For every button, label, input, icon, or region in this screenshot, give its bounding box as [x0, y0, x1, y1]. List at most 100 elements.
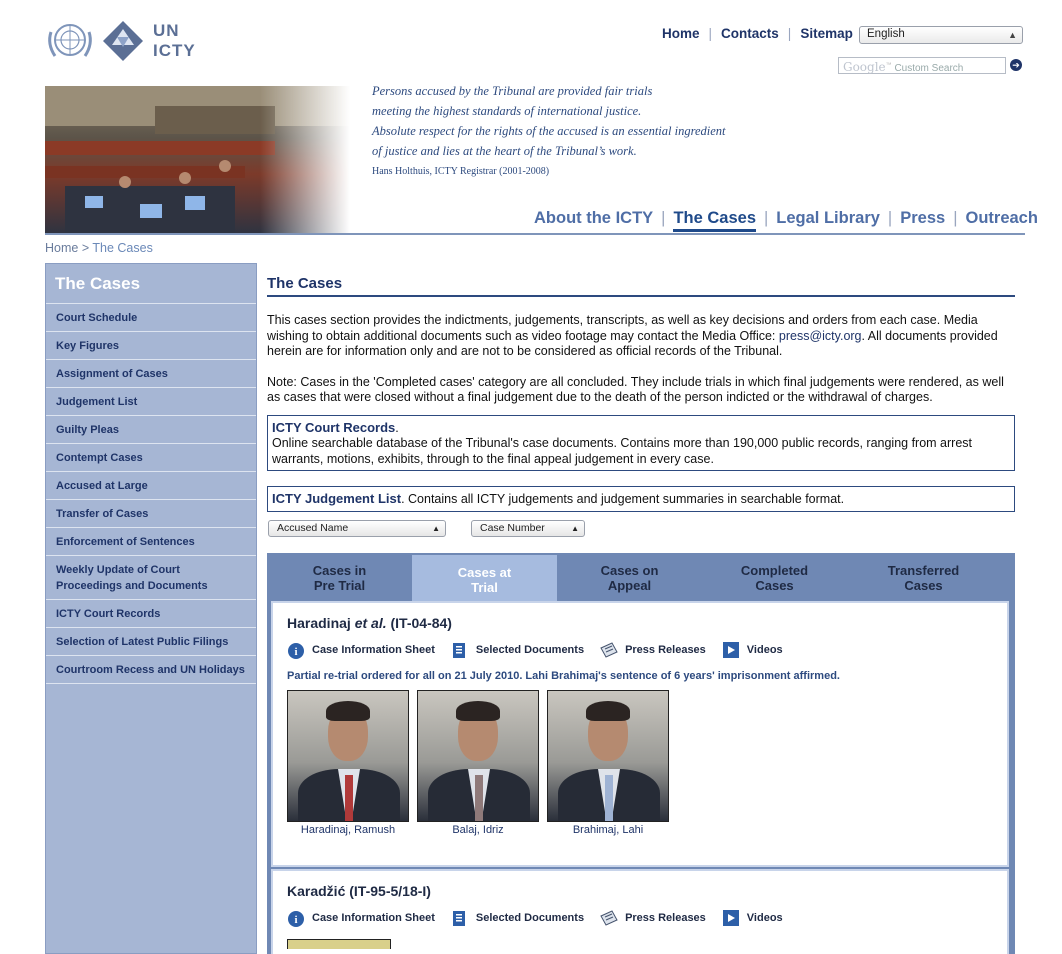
page-title: The Cases [267, 275, 1015, 297]
sidebar-item-enforcement[interactable]: Enforcement of Sentences [46, 528, 256, 556]
accused-card[interactable]: Balaj, Idriz [417, 690, 539, 836]
sidebar-item-transfer[interactable]: Transfer of Cases [46, 500, 256, 528]
quote-author: Hans Holthuis, ICTY Registrar (2001-2008… [372, 166, 550, 177]
sidebar: The Cases Court Schedule Key Figures Ass… [45, 263, 257, 954]
separator: | [787, 26, 792, 41]
contacts-link[interactable]: Contacts [721, 26, 779, 41]
sidebar-item-key-figures[interactable]: Key Figures [46, 332, 256, 360]
link-label: Case Information Sheet [312, 644, 435, 656]
sidebar-item-court-records[interactable]: ICTY Court Records [46, 600, 256, 628]
google-logo: Google [843, 60, 886, 74]
document-icon [452, 911, 465, 926]
judgement-list-text: . Contains all ICTY judgements and judge… [401, 492, 845, 506]
case-etal: et al. [354, 615, 387, 631]
nav-outreach[interactable]: Outreach [965, 209, 1037, 228]
videos-link[interactable]: Videos [722, 908, 783, 928]
un-emblem-icon [48, 24, 92, 57]
court-records-text: Online searchable database of the Tribun… [272, 436, 973, 466]
tab-pre-trial[interactable]: Cases in Pre Trial [267, 553, 412, 599]
intro-paragraph: This cases section provides the indictme… [267, 313, 1015, 360]
nav-press[interactable]: Press [900, 209, 945, 228]
case-title[interactable]: Haradinaj et al. (IT-04-84) [287, 615, 1007, 631]
main-content: The Cases This cases section provides th… [267, 275, 1015, 512]
sidebar-title: The Cases [46, 264, 256, 304]
press-releases-link[interactable]: Press Releases [600, 908, 706, 928]
press-email-link[interactable]: press@icty.org [779, 329, 862, 343]
select-arrows-icon: ▲ [432, 524, 440, 533]
tab-transferred[interactable]: Transferred Cases [847, 553, 1000, 599]
nav-divider [45, 233, 1025, 235]
accused-name[interactable]: Balaj, Idriz [417, 824, 539, 836]
sidebar-item-weekly-update[interactable]: Weekly Update of Court Proceedings and D… [46, 556, 256, 600]
language-select[interactable]: English ▲ [859, 26, 1023, 44]
sidebar-item-assignment[interactable]: Assignment of Cases [46, 360, 256, 388]
quote: Persons accused by the Tribunal are prov… [372, 81, 726, 161]
separator: | [953, 209, 958, 227]
logo-line-icty: ICTY [153, 41, 196, 60]
tab-label: Cases [904, 578, 943, 593]
breadcrumb-home[interactable]: Home [45, 241, 78, 255]
sidebar-item-guilty-pleas[interactable]: Guilty Pleas [46, 416, 256, 444]
case-number-select[interactable]: Case Number ▲ [471, 520, 585, 537]
sidebar-item-accused-at-large[interactable]: Accused at Large [46, 472, 256, 500]
tab-label: Appeal [607, 578, 652, 593]
logo[interactable]: UN ICTY [45, 18, 196, 64]
sitemap-link[interactable]: Sitemap [800, 26, 853, 41]
case-info-sheet-link[interactable]: i Case Information Sheet [287, 908, 435, 928]
icty-emblem-icon [103, 21, 143, 61]
sidebar-item-recess[interactable]: Courtroom Recess and UN Holidays [46, 656, 256, 684]
nav-the-cases[interactable]: The Cases [673, 209, 756, 232]
breadcrumb-separator: > [81, 241, 90, 255]
note-paragraph: Note: Cases in the 'Completed cases' cat… [267, 374, 1004, 405]
link-label: Selected Documents [475, 912, 585, 924]
select-arrows-icon: ▲ [1008, 30, 1017, 40]
case-links: i Case Information Sheet Selected Docume… [287, 908, 1007, 928]
sidebar-item-court-schedule[interactable]: Court Schedule [46, 304, 256, 332]
accused-photo[interactable] [287, 939, 391, 949]
play-icon [722, 642, 739, 658]
court-records-link[interactable]: ICTY Court Records [272, 420, 395, 435]
tab-completed[interactable]: Completed Cases [702, 553, 847, 599]
accused-card[interactable]: Brahimaj, Lahi [547, 690, 669, 836]
sidebar-item-contempt[interactable]: Contempt Cases [46, 444, 256, 472]
sidebar-item-judgement-list[interactable]: Judgement List [46, 388, 256, 416]
quote-line: Absolute respect for the rights of the a… [372, 124, 726, 138]
judgement-list-box: ICTY Judgement List. Contains all ICTY j… [267, 486, 1015, 512]
link-label: Videos [746, 644, 783, 656]
accused-photo [287, 690, 409, 822]
logo-line-un: UN [153, 21, 180, 40]
nav-legal-library[interactable]: Legal Library [776, 209, 880, 228]
home-link[interactable]: Home [662, 26, 700, 41]
tab-label: Cases on [600, 563, 659, 578]
selected-documents-link[interactable]: Selected Documents [451, 908, 584, 928]
accused-card[interactable]: Haradinaj, Ramush [287, 690, 409, 836]
search-go-icon[interactable]: ➔ [1010, 59, 1022, 71]
accused-name-value: Accused Name [277, 522, 349, 534]
judgement-list-link[interactable]: ICTY Judgement List [272, 491, 401, 506]
tab-on-appeal[interactable]: Cases on Appeal [557, 553, 702, 599]
info-icon: i [288, 911, 304, 927]
separator: | [708, 26, 713, 41]
nav-about[interactable]: About the ICTY [534, 209, 653, 228]
tab-at-trial[interactable]: Cases at Trial [412, 555, 557, 601]
case-info-sheet-link[interactable]: i Case Information Sheet [287, 640, 435, 660]
press-releases-link[interactable]: Press Releases [600, 640, 706, 660]
case-title[interactable]: Karadžić (IT-95-5/18-I) [287, 883, 1007, 899]
accused-photos: Haradinaj, Ramush Balaj, Idriz Brahimaj,… [287, 690, 1007, 836]
search-input[interactable]: Google™ Custom Search [838, 57, 1006, 74]
breadcrumb-current[interactable]: The Cases [92, 241, 152, 255]
selected-documents-link[interactable]: Selected Documents [451, 640, 584, 660]
link-label: Selected Documents [475, 644, 585, 656]
tab-label: Cases [755, 578, 794, 593]
sidebar-item-latest-filings[interactable]: Selection of Latest Public Filings [46, 628, 256, 656]
banner-fade [260, 86, 350, 233]
accused-photo [547, 690, 669, 822]
accused-name[interactable]: Haradinaj, Ramush [287, 824, 409, 836]
videos-link[interactable]: Videos [722, 640, 783, 660]
accused-name-select[interactable]: Accused Name ▲ [268, 520, 446, 537]
link-label: Press Releases [625, 644, 706, 656]
quote-line: Persons accused by the Tribunal are prov… [372, 84, 653, 98]
separator: | [661, 209, 666, 227]
breadcrumb: Home > The Cases [45, 241, 153, 255]
accused-name[interactable]: Brahimaj, Lahi [547, 824, 669, 836]
